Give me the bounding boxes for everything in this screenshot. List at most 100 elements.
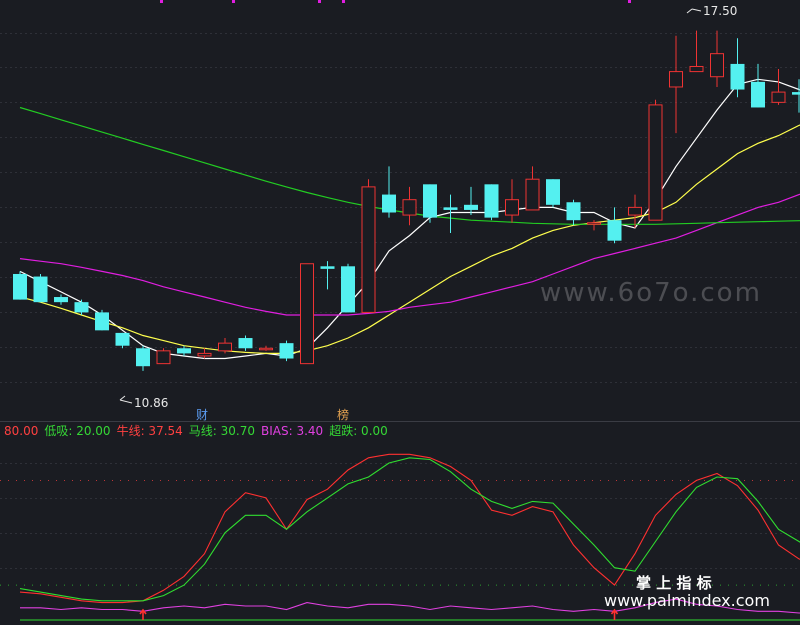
candle bbox=[259, 345, 273, 351]
event-mark-finance: 财 bbox=[196, 408, 208, 422]
low-label-pointer bbox=[119, 395, 133, 404]
legend-item: 超跌: 0.00 bbox=[329, 423, 388, 438]
candle-body-up bbox=[771, 91, 786, 103]
candle-body-up bbox=[259, 347, 273, 351]
event-mark-list: 榜 bbox=[337, 407, 349, 422]
candle-body-up bbox=[628, 206, 642, 216]
candle bbox=[771, 69, 786, 105]
candle-body-down bbox=[13, 273, 27, 300]
candle bbox=[402, 186, 417, 226]
candle-body-down bbox=[382, 194, 396, 213]
candle bbox=[648, 99, 663, 221]
high-label: 17.50 bbox=[703, 4, 737, 18]
candle bbox=[115, 332, 130, 349]
candle bbox=[320, 261, 335, 290]
candle-body-down bbox=[136, 348, 150, 367]
legend-item: BIAS: 3.40 bbox=[261, 424, 323, 438]
candle-body-down bbox=[443, 207, 458, 210]
candle-body-up bbox=[361, 186, 376, 313]
candle bbox=[341, 263, 355, 313]
legend-item: 80.00 bbox=[4, 424, 38, 438]
candle-body-down bbox=[546, 179, 560, 205]
candle-body-up bbox=[525, 178, 540, 211]
candle-body-up bbox=[689, 65, 704, 73]
legend-item: 低吸: 20.00 bbox=[44, 424, 110, 438]
candle-body-down bbox=[238, 338, 253, 349]
watermark-brand: 掌 上 指 标 bbox=[636, 574, 712, 592]
candle-body-up bbox=[648, 104, 663, 221]
candle-body-up bbox=[156, 350, 171, 365]
candle bbox=[218, 338, 232, 354]
candle-body-down bbox=[423, 184, 437, 218]
candle bbox=[566, 199, 581, 226]
candle bbox=[197, 348, 212, 359]
candle bbox=[177, 345, 191, 356]
high-label-pointer bbox=[686, 8, 702, 14]
candle bbox=[13, 271, 27, 300]
candle bbox=[382, 166, 396, 218]
candle bbox=[238, 335, 253, 351]
candle-body-up bbox=[218, 342, 232, 352]
legend-item: 马线: 30.70 bbox=[189, 424, 255, 438]
signal-arrow bbox=[139, 608, 147, 620]
candle-body-down bbox=[484, 184, 499, 218]
candle-body-up bbox=[669, 71, 683, 88]
candlesticks bbox=[13, 30, 800, 371]
candle bbox=[710, 30, 724, 87]
candle bbox=[33, 273, 48, 303]
candle bbox=[689, 30, 704, 73]
top-tick bbox=[318, 0, 321, 3]
candle bbox=[792, 79, 800, 113]
candle-body-up bbox=[587, 222, 601, 225]
candle bbox=[669, 35, 683, 134]
candle bbox=[279, 340, 294, 362]
candle-body-down bbox=[33, 276, 48, 303]
candle bbox=[423, 184, 437, 223]
watermark-top-url: www.6o7o.com bbox=[540, 278, 762, 308]
candle bbox=[54, 294, 68, 305]
candle-body-up bbox=[402, 199, 417, 216]
candle-body-down bbox=[341, 266, 355, 313]
top-tick bbox=[160, 0, 163, 3]
candle-body-up bbox=[197, 352, 212, 357]
candle-body-down bbox=[54, 297, 68, 303]
candle-body-down bbox=[115, 332, 130, 346]
candle bbox=[628, 194, 642, 228]
candle-body-down bbox=[95, 312, 109, 331]
candle bbox=[484, 184, 499, 221]
top-tick bbox=[232, 0, 235, 3]
candle-body-down bbox=[320, 266, 335, 269]
candle bbox=[95, 309, 109, 331]
legend-item: 牛线: 37.54 bbox=[117, 423, 183, 438]
candle-body-down bbox=[607, 220, 622, 241]
candle bbox=[464, 186, 478, 216]
candle bbox=[361, 179, 376, 313]
signal-arrow bbox=[610, 608, 619, 620]
low-label: 10.86 bbox=[134, 396, 168, 410]
chart-canvas: 17.50 10.86 财 榜 www.6o7o.com 80.00 低吸: 20… bbox=[0, 0, 800, 621]
candle-body-up bbox=[505, 199, 519, 216]
candle bbox=[156, 348, 171, 365]
candle bbox=[136, 345, 150, 371]
candle-body-down bbox=[74, 302, 89, 313]
candle-body-down bbox=[177, 348, 191, 354]
candle-body-down bbox=[566, 202, 581, 221]
candle-body-down bbox=[464, 204, 478, 210]
top-tick bbox=[342, 0, 345, 3]
candle bbox=[751, 63, 765, 108]
candle bbox=[607, 207, 622, 244]
candle bbox=[525, 166, 540, 211]
candle-body-down bbox=[279, 343, 294, 359]
candle bbox=[546, 179, 560, 208]
candle bbox=[730, 38, 745, 98]
watermark-bottom-url: www.palmindex.com bbox=[604, 591, 770, 610]
candle-body-down bbox=[751, 81, 765, 108]
top-tick bbox=[628, 0, 631, 3]
candle bbox=[300, 263, 314, 365]
candle-body-down bbox=[792, 92, 800, 95]
candle bbox=[505, 179, 519, 223]
chart-stage: 17.50 10.86 财 榜 www.6o7o.com 80.00 低吸: 20… bbox=[0, 0, 800, 625]
candle-body-up bbox=[710, 53, 724, 78]
candle-body-up bbox=[300, 263, 314, 365]
indicator-legend: 80.00 低吸: 20.00 牛线: 37.54 马线: 30.70 BIAS: 3.… bbox=[4, 423, 388, 438]
